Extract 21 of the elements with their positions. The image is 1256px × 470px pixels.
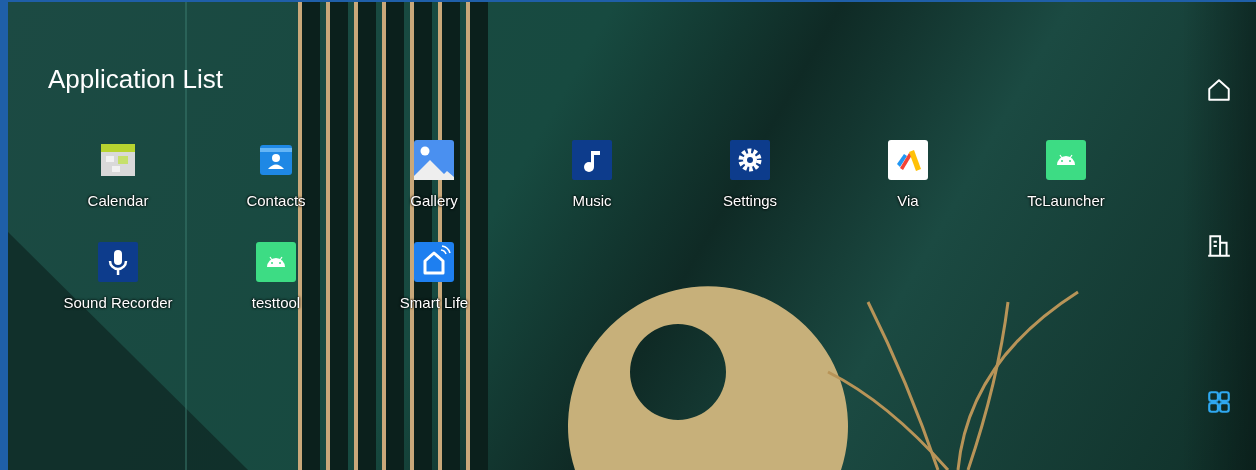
app-launcher[interactable]: TcLauncher: [987, 140, 1145, 209]
home-icon: [1206, 77, 1232, 103]
image-icon: [414, 140, 454, 180]
nav-button[interactable]: [1206, 389, 1232, 415]
gear-icon: [730, 140, 770, 180]
building-icon: [1206, 233, 1232, 259]
smart-home-icon: [414, 242, 454, 282]
app-launcher[interactable]: Sound Recorder: [39, 242, 197, 311]
page-title: Application List: [48, 64, 224, 95]
apps-grid-icon: [1206, 389, 1232, 415]
music-note-icon: [572, 140, 612, 180]
nav-button[interactable]: [1206, 77, 1232, 103]
nav-button[interactable]: [1206, 233, 1232, 259]
app-launcher[interactable]: Settings: [671, 140, 829, 209]
app-launcher[interactable]: Music: [513, 140, 671, 209]
browser-logo-icon: [888, 140, 928, 180]
android-icon: [1046, 140, 1086, 180]
app-launcher[interactable]: Via: [829, 140, 987, 209]
app-launcher[interactable]: Calendar: [39, 140, 197, 209]
microphone-icon: [98, 242, 138, 282]
android-icon: [256, 242, 296, 282]
